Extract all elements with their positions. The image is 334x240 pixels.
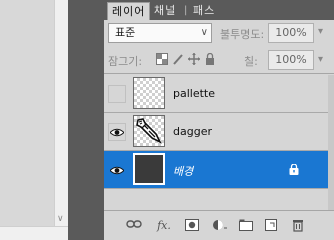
layer-list: pallette dagger 배경 <box>104 75 328 210</box>
tab-paths[interactable]: 패스 <box>189 2 219 20</box>
layer-row-dagger[interactable]: dagger <box>104 113 328 151</box>
scroll-down-arrow-icon[interactable]: ∨ <box>57 214 64 224</box>
lock-row: 잠그기: 칠: 100% ▾ <box>104 46 334 74</box>
blend-mode-select[interactable]: 표준 ∨ <box>108 23 212 43</box>
fill-label: 칠: <box>244 55 258 68</box>
dagger-icon <box>136 118 162 144</box>
opacity-input[interactable]: 100% <box>268 23 314 43</box>
adjustment-layer-icon[interactable] <box>212 219 228 233</box>
lock-move-icon[interactable] <box>188 53 200 65</box>
lock-icon <box>288 163 300 175</box>
layer-list-scrollbar[interactable] <box>328 75 334 210</box>
layer-thumbnail <box>133 115 165 147</box>
tab-channels[interactable]: 채널 <box>150 2 180 20</box>
tab-layers[interactable]: 레이어 <box>107 2 151 20</box>
layers-panel: 레이어 채널 | 패스 표준 ∨ 불투명도: 100% ▾ 잠그기: 칠: 10… <box>104 0 334 240</box>
new-group-icon[interactable] <box>238 219 254 233</box>
opacity-dropdown-arrow-icon[interactable]: ▾ <box>318 26 323 37</box>
panel-footer: fx. <box>104 210 334 240</box>
visibility-toggle[interactable] <box>108 161 126 179</box>
fill-input[interactable]: 100% <box>268 50 314 70</box>
blend-row: 표준 ∨ 불투명도: 100% ▾ <box>104 20 334 46</box>
eye-icon <box>110 128 124 137</box>
link-layers-icon[interactable] <box>126 219 142 233</box>
eye-icon <box>110 166 124 175</box>
visibility-toggle[interactable] <box>108 123 126 141</box>
layer-name[interactable]: 배경 <box>173 163 193 179</box>
layer-thumbnail <box>133 153 165 185</box>
panel-tab-bar: 레이어 채널 | 패스 <box>104 0 334 20</box>
lock-all-icon[interactable] <box>204 52 216 65</box>
delete-layer-icon[interactable] <box>290 219 306 233</box>
lock-paint-icon[interactable] <box>172 53 184 65</box>
fill-dropdown-arrow-icon[interactable]: ▾ <box>318 54 323 65</box>
tab-separator: | <box>184 5 188 16</box>
panel-gutter <box>68 0 104 240</box>
layer-row-background[interactable]: 배경 <box>104 151 328 189</box>
opacity-label: 불투명도: <box>220 28 265 41</box>
chevron-down-icon: ∨ <box>200 27 208 38</box>
blend-mode-value: 표준 <box>115 26 136 39</box>
fx-icon[interactable]: fx. <box>156 219 172 233</box>
lock-label: 잠그기: <box>108 55 143 68</box>
layer-name[interactable]: dagger <box>173 125 212 138</box>
lock-transparency-icon[interactable] <box>156 53 168 65</box>
visibility-toggle[interactable] <box>108 85 126 103</box>
canvas-horizontal-scrollbar[interactable] <box>0 226 68 240</box>
new-layer-icon[interactable] <box>264 219 280 233</box>
canvas-vertical-scrollbar[interactable]: ∨ <box>54 0 68 226</box>
add-mask-icon[interactable] <box>184 219 200 233</box>
document-canvas[interactable] <box>0 0 54 240</box>
layer-thumbnail <box>133 77 165 109</box>
layer-name[interactable]: pallette <box>173 87 215 100</box>
layer-row-pallette[interactable]: pallette <box>104 75 328 113</box>
